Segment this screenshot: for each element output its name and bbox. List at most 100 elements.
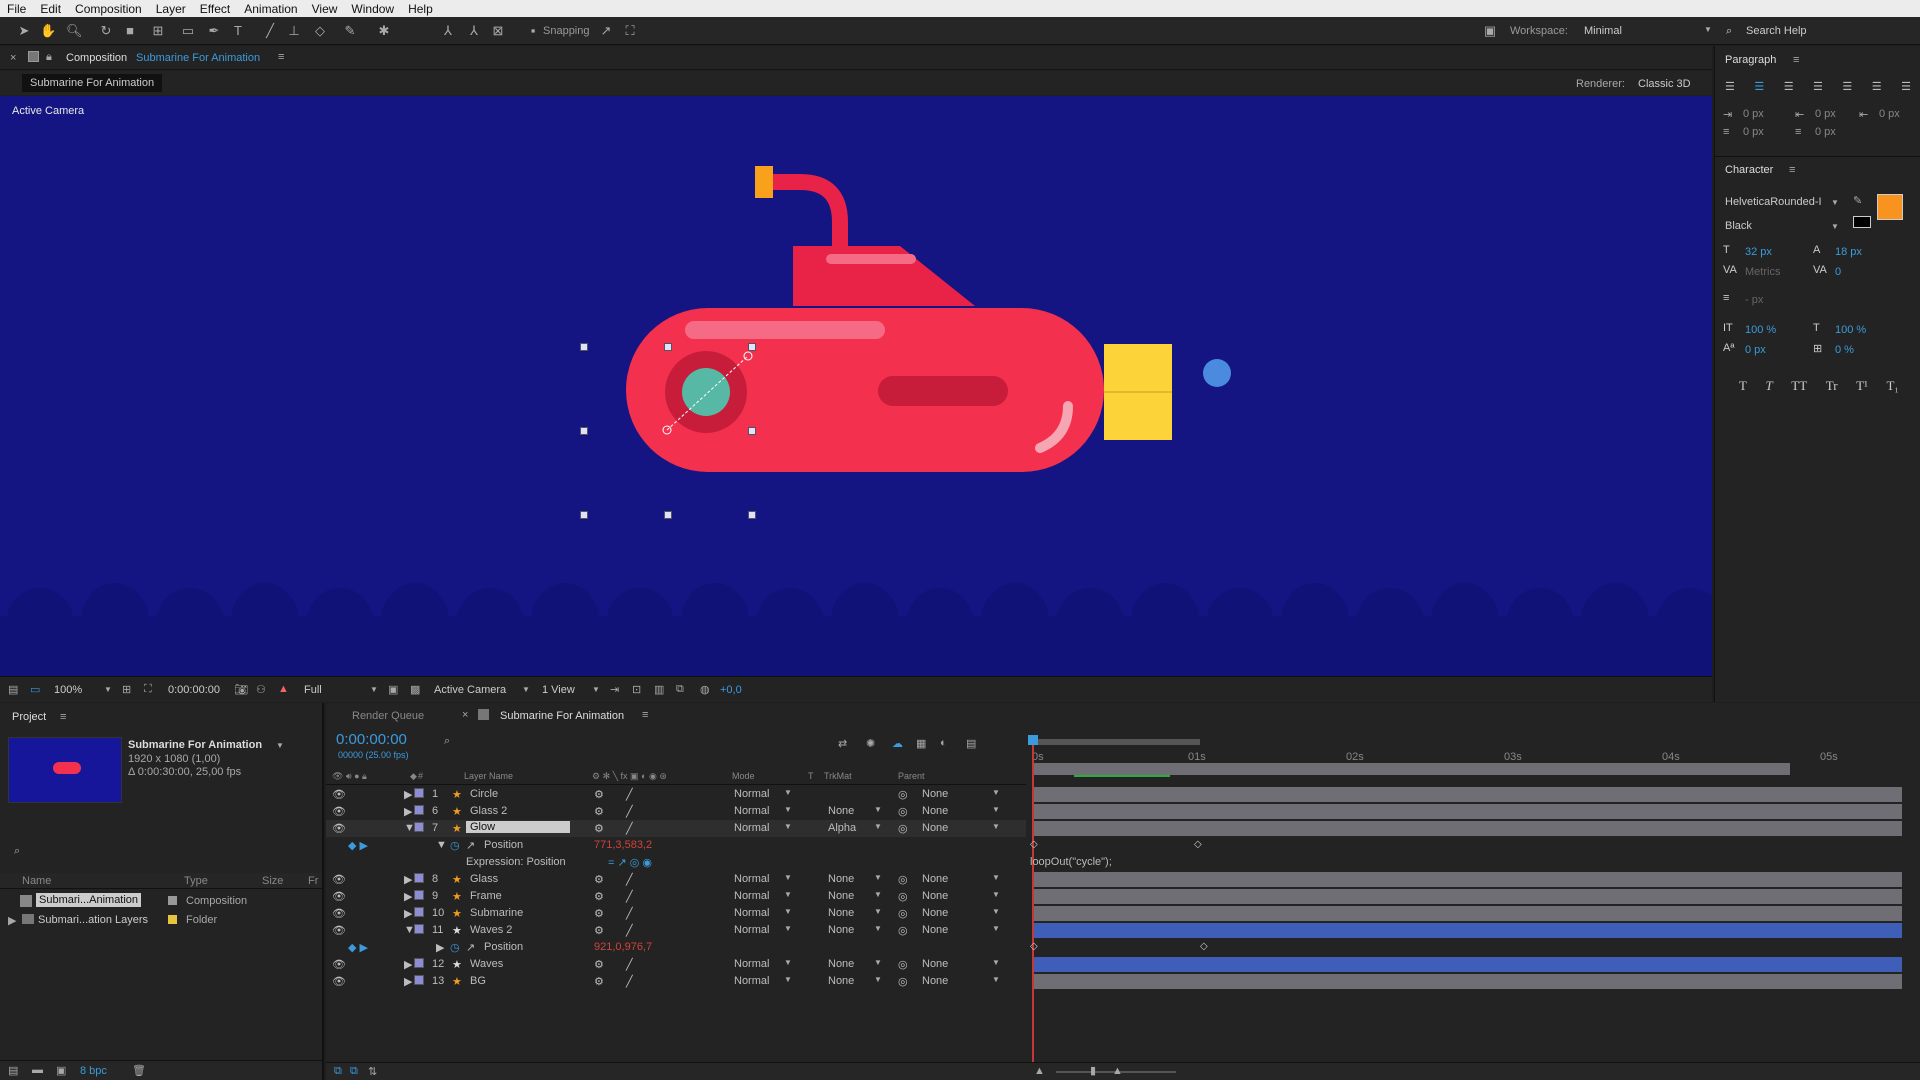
col-layer-name[interactable]: Layer Name bbox=[464, 771, 513, 781]
panel-menu-icon[interactable]: ≡ bbox=[1789, 164, 1795, 176]
layer-mode[interactable]: Normal bbox=[734, 822, 769, 834]
safe-zones-icon[interactable]: ⊞ bbox=[122, 683, 131, 696]
expand-arrow-icon[interactable]: ▶ bbox=[404, 890, 412, 903]
layer-row-circle[interactable]: 👁︎ ▶ 1 ★ Circle ⚙ ╱ Normal ▼ ◎ None ▼ bbox=[326, 786, 1026, 803]
workspace-dropdown-icon[interactable]: ▼ bbox=[1704, 25, 1712, 34]
trkmat-dropdown-icon[interactable]: ▼ bbox=[874, 890, 882, 899]
parent-dropdown-icon[interactable]: ▼ bbox=[992, 958, 1000, 967]
col-type[interactable]: Type bbox=[184, 875, 208, 887]
justify-all-icon[interactable]: ☰ bbox=[1901, 80, 1911, 94]
indent-left-value[interactable]: 0 px bbox=[1743, 108, 1764, 120]
expand-arrow-icon[interactable]: ▶ bbox=[436, 941, 444, 954]
vertical-scale-value[interactable]: 100 % bbox=[1745, 324, 1776, 336]
puppet-tool-icon[interactable]: ✱ bbox=[376, 23, 392, 39]
layer-name[interactable]: Frame bbox=[470, 890, 502, 902]
zoom-in-icon[interactable]: ▲ bbox=[1112, 1065, 1123, 1077]
menu-file[interactable]: File bbox=[0, 2, 33, 16]
layer-trkmat[interactable]: None bbox=[828, 890, 854, 902]
shy-switch-icon[interactable]: ⚙ bbox=[594, 924, 604, 937]
layer-mode[interactable]: Normal bbox=[734, 907, 769, 919]
visibility-icon[interactable]: 👁︎ bbox=[332, 822, 346, 835]
expand-arrow-icon[interactable]: ▶ bbox=[404, 873, 412, 886]
rotate-tool-icon[interactable]: ↻ bbox=[98, 23, 114, 39]
interpret-footage-icon[interactable]: ▤ bbox=[8, 1064, 18, 1077]
col-trkmat[interactable]: TrkMat bbox=[824, 771, 852, 781]
layer-switches-toggle-icon[interactable]: ⧉ bbox=[334, 1065, 342, 1078]
align-center-icon[interactable]: ☰ bbox=[1754, 80, 1764, 94]
mode-dropdown-icon[interactable]: ▼ bbox=[784, 873, 792, 882]
layer-parent[interactable]: None bbox=[922, 924, 948, 936]
panel-menu-icon[interactable]: ≡ bbox=[642, 709, 648, 721]
layer-row-submarine[interactable]: 👁︎ ▶ 10 ★ Submarine ⚙ ╱ Normal ▼ None ▼ … bbox=[326, 905, 1026, 922]
property-row-position[interactable]: ◆ ▶ ▼ ◷ ↗ Position 771,3,583,2 bbox=[326, 837, 1026, 854]
stopwatch-icon[interactable]: ◷ bbox=[450, 941, 460, 954]
parent-dropdown-icon[interactable]: ▼ bbox=[992, 805, 1000, 814]
label-color[interactable] bbox=[414, 958, 424, 968]
expression-row[interactable]: Expression: Position = ↗ ◎ ◉ bbox=[326, 854, 1026, 871]
timeline-icon[interactable]: ▥ bbox=[654, 683, 664, 696]
trkmat-dropdown-icon[interactable]: ▼ bbox=[874, 924, 882, 933]
layer-row-bg[interactable]: 👁︎ ▶ 13 ★ BG ⚙ ╱ Normal ▼ None ▼ ◎ None … bbox=[326, 973, 1026, 990]
menu-effect[interactable]: Effect bbox=[193, 2, 237, 16]
parent-pickwhip-icon[interactable]: ◎ bbox=[898, 805, 908, 818]
visibility-icon[interactable]: 👁︎ bbox=[332, 975, 346, 988]
zoom-out-icon[interactable]: ▲ bbox=[1034, 1065, 1045, 1077]
layer-trkmat[interactable]: None bbox=[828, 975, 854, 987]
space-before-value[interactable]: 0 px bbox=[1743, 126, 1764, 138]
menu-view[interactable]: View bbox=[305, 2, 345, 16]
layer-parent[interactable]: None bbox=[922, 958, 948, 970]
faux-italic-icon[interactable]: T bbox=[1766, 378, 1773, 394]
layer-parent[interactable]: None bbox=[922, 975, 948, 987]
always-preview-icon[interactable]: ▤ bbox=[8, 683, 18, 696]
workspace-select[interactable]: Minimal bbox=[1584, 25, 1622, 37]
layer-parent[interactable]: None bbox=[922, 890, 948, 902]
parent-dropdown-icon[interactable]: ▼ bbox=[992, 822, 1000, 831]
graph-editor-icon[interactable]: ▤ bbox=[966, 737, 976, 750]
expand-arrow-icon[interactable]: ▶ bbox=[404, 788, 412, 801]
expand-arrow-icon[interactable]: ▶ bbox=[404, 975, 412, 988]
trkmat-dropdown-icon[interactable]: ▼ bbox=[874, 958, 882, 967]
timeline-comp-tab[interactable]: Submarine For Animation bbox=[500, 710, 624, 722]
expand-arrow-icon[interactable]: ▶ bbox=[404, 958, 412, 971]
monitor-icon[interactable]: ▭ bbox=[30, 683, 40, 696]
camera-dropdown-icon[interactable]: ▼ bbox=[522, 685, 530, 694]
close-icon[interactable]: × bbox=[10, 52, 16, 64]
in-out-toggle-icon[interactable]: ⇅ bbox=[368, 1065, 377, 1078]
transform-handle[interactable] bbox=[748, 343, 756, 351]
layer-name[interactable]: Glow bbox=[466, 821, 570, 833]
lock-icon[interactable]: 🔒︎ bbox=[46, 51, 52, 64]
baseline-shift-value[interactable]: 0 px bbox=[1745, 344, 1766, 356]
parent-pickwhip-icon[interactable]: ◎ bbox=[898, 907, 908, 920]
shy-switch-icon[interactable]: ⚙ bbox=[594, 873, 604, 886]
layer-mode[interactable]: Normal bbox=[734, 873, 769, 885]
quality-switch-icon[interactable]: ╱ bbox=[626, 788, 633, 801]
label-color[interactable] bbox=[414, 788, 424, 798]
expand-arrow-icon[interactable]: ▶ bbox=[404, 805, 412, 818]
label-color[interactable] bbox=[414, 822, 424, 832]
parent-dropdown-icon[interactable]: ▼ bbox=[992, 907, 1000, 916]
zoom-slider-thumb-icon[interactable]: ▮ bbox=[1090, 1064, 1096, 1077]
transform-handle[interactable] bbox=[580, 427, 588, 435]
layer-row-glass[interactable]: 👁︎ ▶ 8 ★ Glass ⚙ ╱ Normal ▼ None ▼ ◎ Non… bbox=[326, 871, 1026, 888]
expression-text[interactable]: loopOut("cycle"); bbox=[1030, 856, 1112, 868]
layer-row-glass-2[interactable]: 👁︎ ▶ 6 ★ Glass 2 ⚙ ╱ Normal ▼ None ▼ ◎ N… bbox=[326, 803, 1026, 820]
label-color[interactable] bbox=[168, 915, 177, 924]
composition-tab-prefix[interactable]: Composition bbox=[66, 52, 127, 64]
selection-tool-icon[interactable]: ➤ bbox=[16, 23, 32, 39]
layer-trkmat[interactable]: None bbox=[828, 805, 854, 817]
layer-parent[interactable]: None bbox=[922, 805, 948, 817]
expand-arrow-icon[interactable]: ▶ bbox=[404, 907, 412, 920]
layer-duration-bar[interactable] bbox=[1034, 957, 1902, 972]
visibility-icon[interactable]: 👁︎ bbox=[332, 907, 346, 920]
workspace-icon[interactable]: ▣ bbox=[1480, 23, 1500, 39]
pen-tool-icon[interactable]: ✒ bbox=[206, 23, 222, 39]
layer-trkmat[interactable]: None bbox=[828, 958, 854, 970]
tsume-value[interactable]: 0 % bbox=[1835, 344, 1854, 356]
layer-duration-bar[interactable] bbox=[1034, 889, 1902, 904]
shy-switch-icon[interactable]: ⚙ bbox=[594, 907, 604, 920]
project-item-name[interactable]: Submari...ation Layers bbox=[38, 914, 148, 926]
trkmat-dropdown-icon[interactable]: ▼ bbox=[874, 822, 882, 831]
eraser-tool-icon[interactable]: ◇ bbox=[312, 23, 328, 39]
horizontal-scale-value[interactable]: 100 % bbox=[1835, 324, 1866, 336]
render-queue-tab[interactable]: Render Queue bbox=[352, 710, 424, 722]
